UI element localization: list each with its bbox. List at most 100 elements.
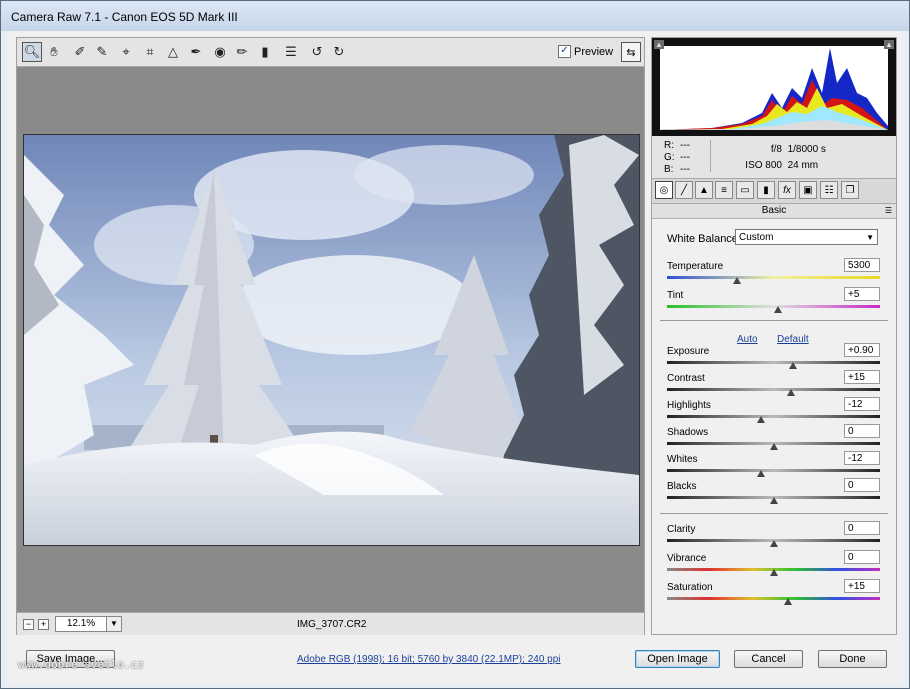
tint-slider[interactable]: Tint +5 [667, 287, 880, 314]
white-balance-icon[interactable]: ✐ [70, 42, 90, 62]
tint-value-field[interactable]: +5 [844, 287, 880, 301]
tint-thumb[interactable] [773, 306, 782, 313]
blacks-thumb[interactable] [769, 497, 778, 504]
exposure-slider[interactable]: Exposure +0.90 [667, 343, 880, 370]
panel-menu-icon[interactable]: ☰ [885, 204, 892, 218]
zoom-out-icon[interactable]: − [23, 619, 34, 630]
tab-tone-curve-icon[interactable]: ╱ [675, 181, 693, 199]
readout-divider [710, 140, 711, 172]
contrast-value-field[interactable]: +15 [844, 370, 880, 384]
shadows-value-field[interactable]: 0 [844, 424, 880, 438]
watermark: www.dobre-svetlo.cz [18, 658, 144, 671]
tab-detail-icon[interactable]: ▲ [695, 181, 713, 199]
title-bar[interactable]: Camera Raw 7.1 - Canon EOS 5D Mark III [1, 1, 909, 31]
temperature-slider[interactable]: Temperature 5300 [667, 258, 880, 285]
white-balance-select[interactable]: Custom ▼ [735, 229, 878, 245]
shadow-clipping-warning-icon[interactable]: ▲ [654, 40, 664, 49]
tab-presets-icon[interactable]: ☷ [820, 181, 838, 199]
preview-toggle[interactable]: ✓ Preview [558, 45, 613, 58]
target-adjust-icon[interactable]: ⌖ [116, 42, 136, 62]
winter-landscape-photo [24, 135, 639, 545]
default-link[interactable]: Default [777, 334, 809, 345]
vibrance-thumb[interactable] [769, 569, 778, 576]
straighten-icon[interactable]: △ [163, 42, 183, 62]
white-balance-value: Custom [739, 232, 774, 243]
file-name: IMG_3707.CR2 [297, 619, 367, 630]
client-area: 🔍︎ ✋︎ ✐ ✎ ⌖ ⌗ △ ✒ ◉ ✏ ▮ ☰ ↺ ↻ ✓ Preview … [8, 31, 903, 683]
histogram-graph [660, 46, 888, 130]
highlights-label: Highlights [667, 400, 711, 411]
shadows-slider[interactable]: Shadows 0 [667, 424, 880, 451]
aperture: f/8 [770, 144, 782, 155]
clarity-value-field[interactable]: 0 [844, 521, 880, 535]
window-title: Camera Raw 7.1 - Canon EOS 5D Mark III [11, 10, 238, 24]
red-eye-icon[interactable]: ◉ [210, 42, 230, 62]
color-sampler-icon[interactable]: ✎ [92, 42, 112, 62]
exposure-thumb[interactable] [788, 362, 797, 369]
graduated-filter-icon[interactable]: ▮ [255, 42, 275, 62]
adjustment-brush-icon[interactable]: ✏ [232, 42, 252, 62]
exposure-value-field[interactable]: +0.90 [844, 343, 880, 357]
tool-bar: 🔍︎ ✋︎ ✐ ✎ ⌖ ⌗ △ ✒ ◉ ✏ ▮ ☰ ↺ ↻ ✓ Preview … [17, 38, 644, 67]
highlights-value-field[interactable]: -12 [844, 397, 880, 411]
highlight-clipping-warning-icon[interactable]: ▲ [884, 40, 894, 49]
whites-thumb[interactable] [756, 470, 765, 477]
clarity-thumb[interactable] [769, 540, 778, 547]
temperature-thumb[interactable] [733, 277, 742, 284]
highlights-thumb[interactable] [756, 416, 765, 423]
contrast-slider[interactable]: Contrast +15 [667, 370, 880, 397]
workflow-options-link[interactable]: Adobe RGB (1998); 16 bit; 5760 by 3840 (… [297, 654, 561, 665]
hand-icon[interactable]: ✋︎ [44, 42, 64, 62]
vibrance-slider[interactable]: Vibrance 0 [667, 550, 880, 577]
tab-basic-icon[interactable]: ◎ [655, 181, 673, 199]
highlights-slider[interactable]: Highlights -12 [667, 397, 880, 424]
blacks-slider[interactable]: Blacks 0 [667, 478, 880, 505]
temperature-track[interactable] [667, 276, 880, 279]
rotate-cw-icon[interactable]: ↻ [329, 42, 349, 62]
whites-label: Whites [667, 454, 698, 465]
tab-split-toning-icon[interactable]: ▭ [736, 181, 754, 199]
panel-header: Basic ☰ [652, 204, 896, 219]
blacks-value-field[interactable]: 0 [844, 478, 880, 492]
exposure-track[interactable] [667, 361, 880, 364]
clarity-slider[interactable]: Clarity 0 [667, 521, 880, 548]
shadows-thumb[interactable] [769, 443, 778, 450]
temperature-label: Temperature [667, 261, 724, 272]
tab-snapshots-icon[interactable]: ❐ [841, 181, 859, 199]
preview-checkbox[interactable]: ✓ [558, 45, 571, 58]
cancel-button[interactable]: Cancel [734, 650, 803, 668]
contrast-track[interactable] [667, 388, 880, 391]
saturation-thumb[interactable] [784, 598, 793, 605]
photo-preview[interactable] [23, 134, 640, 546]
iso: ISO 800 [745, 160, 782, 171]
fullscreen-icon[interactable]: ⇆ [621, 42, 641, 62]
b-readout: B: --- [664, 164, 690, 175]
tab-lens-corrections-icon[interactable]: ▮ [757, 181, 775, 199]
done-button[interactable]: Done [818, 650, 887, 668]
whites-value-field[interactable]: -12 [844, 451, 880, 465]
temperature-value-field[interactable]: 5300 [844, 258, 880, 272]
auto-link[interactable]: Auto [737, 334, 758, 345]
tab-camera-calibration-icon[interactable]: ▣ [799, 181, 817, 199]
adjustments-panel: ▲ ▲ R: --- G: --- B: --- f/8 1/8000 s IS… [651, 37, 897, 635]
tab-effects-icon[interactable]: fx [778, 181, 796, 199]
whites-track[interactable] [667, 469, 880, 472]
zoom-in-icon[interactable]: + [38, 619, 49, 630]
saturation-value-field[interactable]: +15 [844, 579, 880, 593]
zoom-icon[interactable]: 🔍︎ [22, 42, 42, 62]
contrast-thumb[interactable] [786, 389, 795, 396]
exposure-label: Exposure [667, 346, 710, 357]
open-image-button[interactable]: Open Image [635, 650, 720, 668]
tab-hsl-icon[interactable]: ≡ [715, 181, 733, 199]
crop-icon[interactable]: ⌗ [140, 42, 160, 62]
zoom-level-field[interactable]: 12.1% [55, 616, 107, 632]
zoom-dropdown-icon[interactable]: ▼ [106, 616, 122, 632]
rotate-ccw-icon[interactable]: ↺ [307, 42, 327, 62]
spot-removal-icon[interactable]: ✒ [186, 42, 206, 62]
vibrance-value-field[interactable]: 0 [844, 550, 880, 564]
whites-slider[interactable]: Whites -12 [667, 451, 880, 478]
saturation-slider[interactable]: Saturation +15 [667, 579, 880, 606]
saturation-track[interactable] [667, 597, 880, 600]
highlights-track[interactable] [667, 415, 880, 418]
preferences-icon[interactable]: ☰ [281, 42, 301, 62]
